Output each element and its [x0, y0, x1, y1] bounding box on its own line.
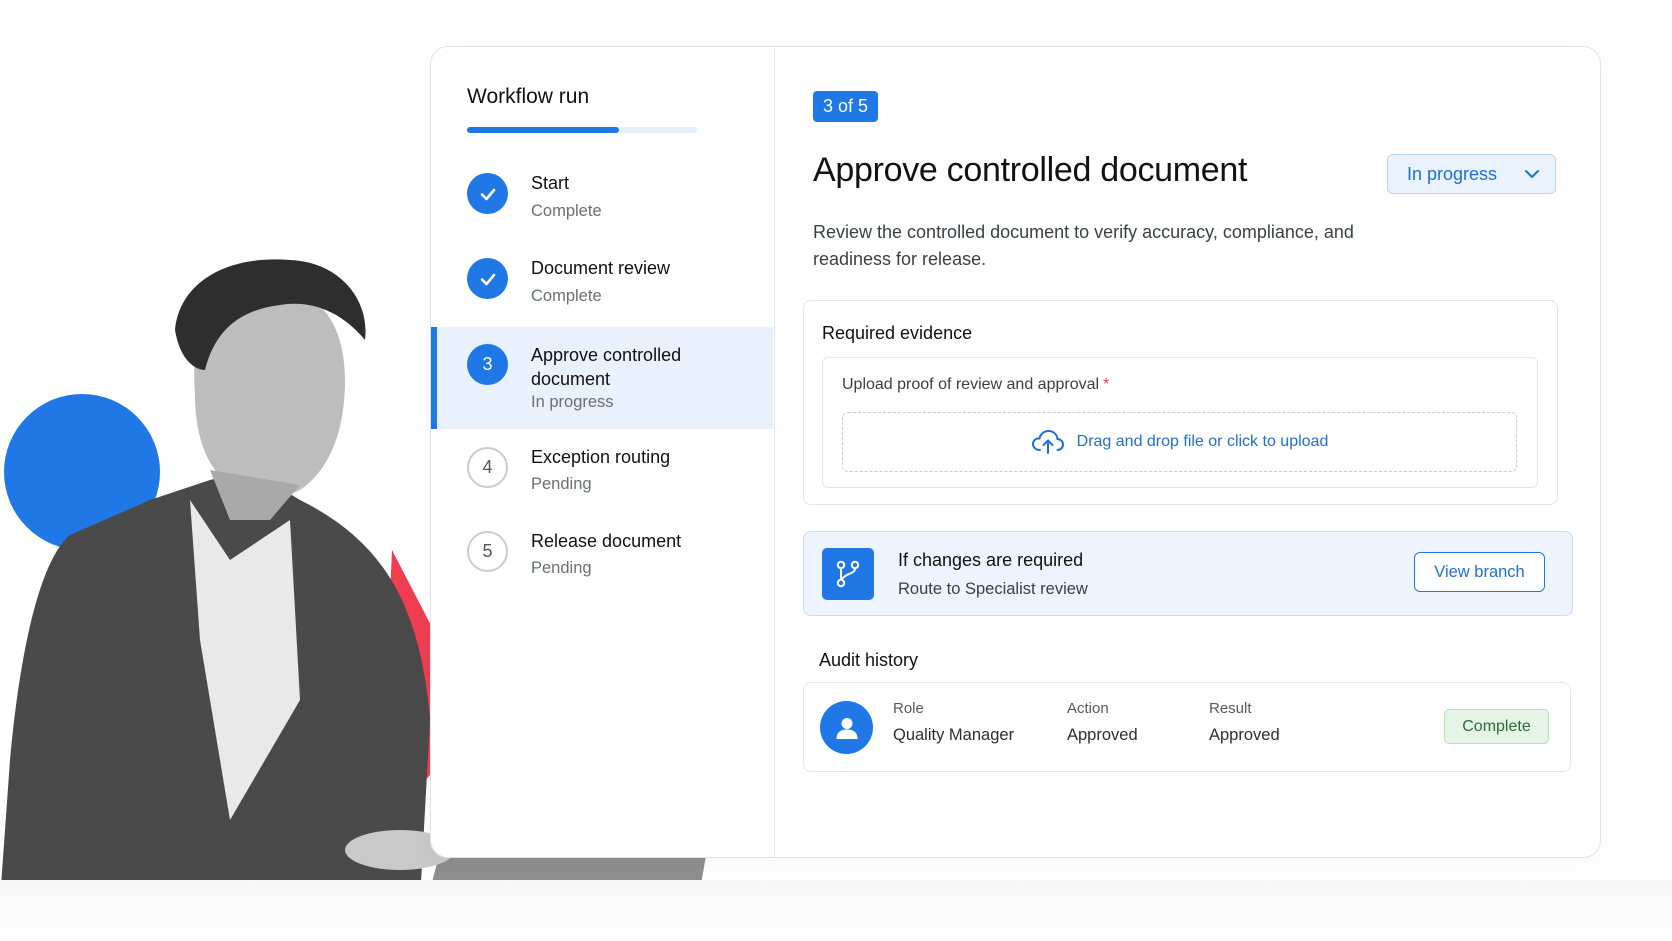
section-heading: Required evidence	[822, 323, 973, 343]
desk-surface	[0, 880, 1672, 941]
step-release-document[interactable]: 5 Release document Pending	[431, 529, 773, 609]
step-number-badge: 5	[467, 531, 508, 572]
step-status: In progress	[531, 393, 614, 411]
workflow-title: Workflow run	[467, 85, 590, 108]
step-status: Pending	[531, 475, 592, 493]
view-branch-button[interactable]: View branch	[1414, 552, 1545, 592]
upload-field-label: Upload proof of review and approval *	[842, 376, 1109, 394]
audit-role-label: Role	[893, 700, 924, 717]
step-label: Approve controlled document	[531, 345, 682, 389]
check-icon	[467, 258, 508, 299]
step-number-badge: 4	[467, 447, 508, 488]
audit-role-column: Role Quality Manager	[893, 700, 1014, 745]
step-label: Release document	[531, 531, 682, 551]
step-status: Pending	[531, 559, 592, 577]
step-approve-controlled-document[interactable]: 3 Approve controlled document In progres…	[431, 327, 773, 429]
step-detail-panel: 3 of 5 Approve controlled document In pr…	[775, 47, 1600, 857]
step-count-badge: 3 of 5	[813, 91, 879, 122]
branch-heading: If changes are required	[898, 550, 1084, 570]
branch-subtext: Route to Specialist review	[898, 580, 1088, 598]
audit-action-value: Approved	[1067, 726, 1138, 744]
step-label: Start	[531, 173, 570, 193]
step-number-badge: 3	[467, 344, 508, 385]
audit-result-value: Approved	[1209, 726, 1280, 744]
step-label: Document review	[531, 258, 671, 278]
user-icon	[820, 701, 873, 754]
cloud-upload-icon	[1031, 429, 1064, 454]
status-dropdown-value: In progress	[1407, 163, 1498, 184]
check-icon	[467, 173, 508, 214]
upload-field: Upload proof of review and approval * Dra…	[822, 357, 1538, 488]
upload-label-text: Upload proof of review and approval	[842, 376, 1100, 393]
status-dropdown[interactable]: In progress	[1387, 154, 1556, 194]
required-evidence-section: Required evidence Upload proof of review…	[803, 300, 1558, 505]
file-dropzone[interactable]: Drag and drop file or click to upload	[842, 412, 1517, 472]
audit-history-row: Role Quality Manager Action Approved Res…	[803, 682, 1571, 772]
step-status: Complete	[531, 287, 602, 305]
step-description: Review the controlled document to verify…	[813, 222, 1354, 269]
step-document-review[interactable]: Document review Complete	[431, 252, 773, 332]
audit-role-value: Quality Manager	[893, 726, 1015, 744]
audit-result-label: Result	[1209, 700, 1252, 717]
status-badge: Complete	[1444, 709, 1549, 744]
chevron-down-icon	[1525, 170, 1539, 178]
required-marker: *	[1103, 376, 1110, 393]
exception-branch-card: If changes are required Route to Special…	[803, 531, 1573, 616]
audit-action-column: Action Approved	[1067, 700, 1138, 745]
step-label: Exception routing	[531, 447, 671, 467]
workflow-card: Workflow run Start Complete Document rev…	[430, 46, 1601, 858]
workflow-progress-bar	[467, 127, 697, 133]
step-status: Complete	[531, 202, 602, 220]
step-start[interactable]: Start Complete	[431, 167, 773, 247]
active-step-indicator	[431, 327, 437, 429]
audit-result-column: Result Approved	[1209, 700, 1280, 745]
dropzone-text: Drag and drop file or click to upload	[1076, 433, 1329, 450]
workflow-sidebar: Workflow run Start Complete Document rev…	[431, 47, 775, 857]
page-title: Approve controlled document	[813, 151, 1248, 189]
audit-action-label: Action	[1067, 700, 1109, 717]
step-exception-routing[interactable]: 4 Exception routing Pending	[431, 445, 773, 525]
workflow-progress-fill	[467, 127, 619, 133]
audit-history-heading: Audit history	[819, 650, 919, 670]
git-branch-icon	[822, 548, 874, 600]
